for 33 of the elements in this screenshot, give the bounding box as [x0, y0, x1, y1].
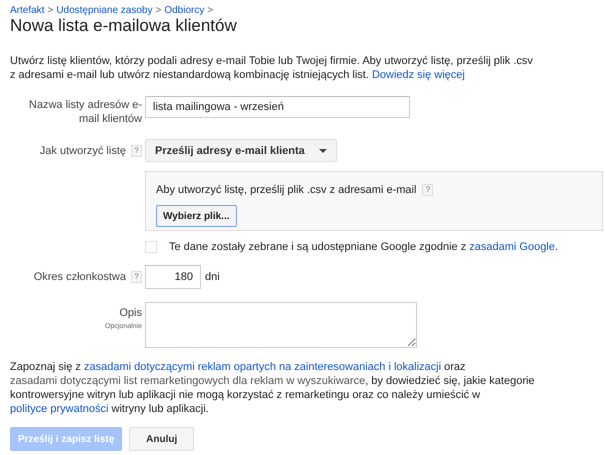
- field-label: Nazwa listy adresów e-mail klientów: [28, 98, 142, 126]
- membership-field[interactable]: 180: [145, 265, 201, 289]
- link[interactable]: polityce prywatności: [10, 403, 108, 415]
- page-title: Nowa lista e-mailowa klientów: [10, 16, 238, 36]
- help-icon[interactable]: ?: [131, 145, 142, 157]
- help-icon[interactable]: ?: [422, 184, 434, 196]
- link[interactable]: Dowiedz się więcej: [372, 69, 465, 81]
- breadcrumb-link[interactable]: Artefakt: [10, 5, 44, 16]
- help-icon[interactable]: ?: [131, 271, 142, 283]
- field-label: Okres członkostwa: [34, 271, 126, 283]
- caret-icon: [318, 148, 327, 152]
- policy-notice: Zapoznaj się z zasadami dotyczącymi reklam opartych na zainteresowaniach i lokalizacji oraz zasadami dotyczącymi list remarketingowych dla reklam w wyszukiwarce, by dowiedzieć się, jakie kategorie kontrowersyjne witryn lub aplikacji nie mogą korzystać z remarketingu oraz co należy umieścić w polityce prywatności witryny lub aplikacji.: [10, 360, 535, 416]
- field-label: Jak utworzyć listę: [40, 145, 126, 157]
- link[interactable]: zasadami Google: [469, 241, 555, 253]
- intro-text: Utwórz listę klientów, którzy podali adresy e-mail Tobie lub Twojej firmie. Aby utworzyć listę, prześlij plik .csv z adresami e-mail lub utwórz niestandardową kombinację istniejących list. Dowiedz się więcej: [10, 54, 534, 82]
- link[interactable]: dotyczącymi list remarketingowych dla reklam w wyszukiwarce: [60, 375, 366, 387]
- breadcrumb-separator: >: [47, 5, 54, 16]
- link[interactable]: zasadami dotyczącymi reklam opartych na zainteresowaniach i lokalizacji: [84, 361, 442, 373]
- checkbox[interactable]: [145, 241, 157, 253]
- link[interactable]: zasadami: [10, 375, 58, 387]
- breadcrumb-link[interactable]: Odbiorcy: [164, 5, 204, 16]
- breadcrumb-link[interactable]: Udostępniane zasoby: [56, 5, 152, 16]
- method-dropdown[interactable]: Prześlij adresy e-mail klienta: [145, 139, 337, 162]
- field-label: Opis: [119, 307, 142, 319]
- consent-text: Te dane zostały zebrane i są udostępniane Google zgodnie z zasadami Google.: [169, 240, 558, 254]
- choose-file-button[interactable]: Wybierz plik...: [156, 205, 236, 227]
- upload-instructions: Aby utworzyć listę, prześlij plik .csv z adresami e-mail: [156, 184, 416, 196]
- description-field[interactable]: [145, 302, 417, 348]
- list-name-field[interactable]: lista mailingowa - wrzesień: [145, 96, 410, 118]
- breadcrumb-separator: >: [156, 5, 162, 16]
- unit-label: dni: [205, 271, 220, 283]
- breadcrumb-separator: >: [207, 5, 214, 16]
- cancel-button[interactable]: Anuluj: [129, 427, 194, 451]
